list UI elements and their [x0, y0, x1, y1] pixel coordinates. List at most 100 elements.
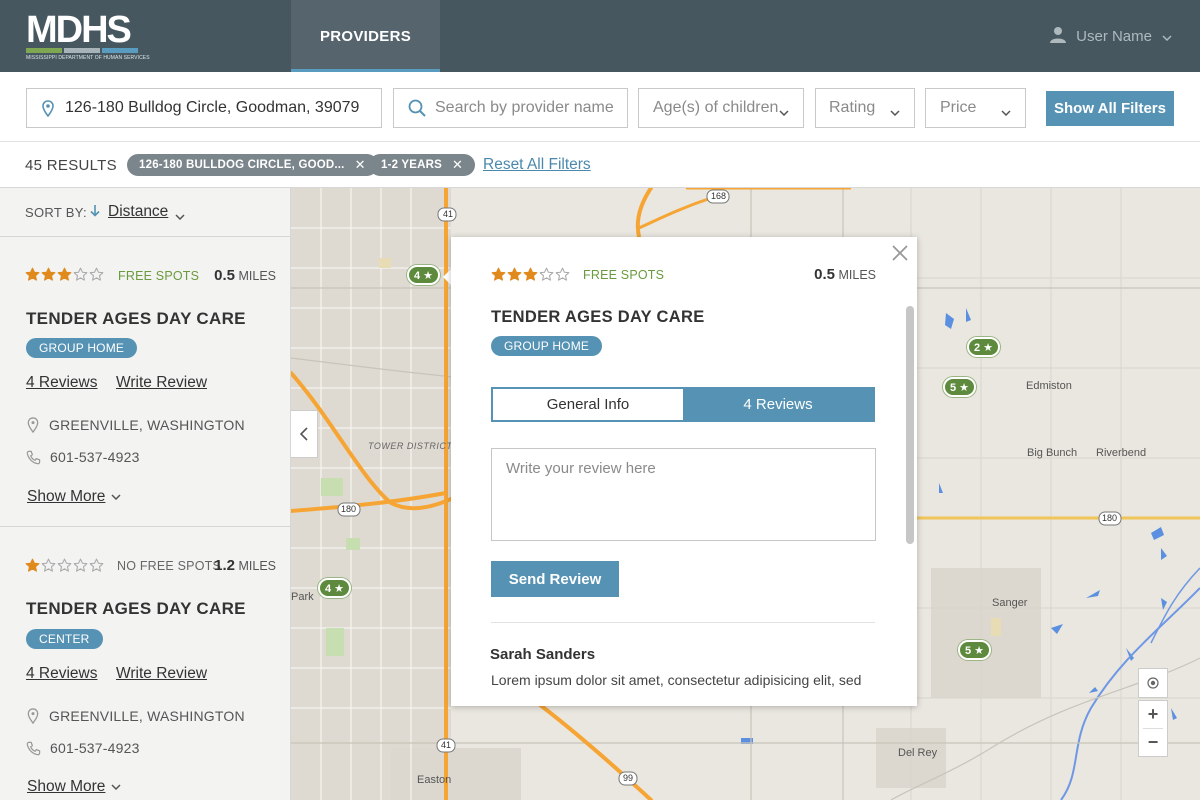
- review-text: Lorem ipsum dolor sit amet, consectetur …: [491, 672, 862, 688]
- provider-name[interactable]: TENDER AGES DAY CARE: [26, 309, 246, 329]
- zoom-out-button[interactable]: −: [1148, 729, 1159, 756]
- review-divider: [491, 622, 875, 623]
- star-filled-icon: [523, 267, 538, 281]
- place-label: Riverbend: [1096, 447, 1147, 459]
- star-rating: [25, 267, 104, 282]
- map-marker-icon: [26, 708, 40, 724]
- star-filled-icon: [25, 267, 40, 281]
- popup-tabs: General Info 4 Reviews: [491, 387, 875, 422]
- sort-dropdown[interactable]: Distance: [108, 203, 168, 221]
- send-review-button[interactable]: Send Review: [491, 561, 619, 597]
- zoom-in-button[interactable]: +: [1148, 701, 1159, 728]
- place-label: Park: [291, 591, 314, 603]
- close-icon[interactable]: ✕: [355, 157, 366, 173]
- star-rating: [491, 267, 570, 282]
- star-empty-icon: [89, 267, 104, 281]
- road-shield-label: 41: [441, 740, 452, 750]
- road-shield-label: 180: [1102, 513, 1118, 523]
- filter-chip-label: 126-180 BULLDOG CIRCLE, GOOD...: [139, 159, 345, 171]
- user-name: User Name: [1076, 28, 1152, 45]
- distance-value: 1.2: [214, 557, 235, 574]
- place-label: Del Rey: [898, 747, 938, 759]
- nav-tab-providers[interactable]: PROVIDERS: [291, 0, 440, 72]
- provider-type-badge: GROUP HOME: [491, 336, 603, 356]
- provider-phone: 601-537-4923: [26, 740, 140, 756]
- chevron-down-icon: [1162, 28, 1172, 45]
- top-navigation-bar: MDHS MISSISSIPPI DEPARTMENT OF HUMAN SER…: [0, 0, 1200, 72]
- provider-type-badge: CENTER: [26, 629, 103, 649]
- provider-card[interactable]: FREE SPOTS 0.5 MILES TENDER AGES DAY CAR…: [0, 237, 290, 527]
- map-pin[interactable]: 4 ★: [407, 265, 441, 285]
- tab-reviews[interactable]: 4 Reviews: [683, 389, 873, 420]
- map-marker-icon: [26, 417, 40, 433]
- star-empty-icon: [73, 558, 88, 572]
- map-pin[interactable]: 4 ★: [318, 578, 352, 598]
- spots-status: NO FREE SPOTS: [117, 559, 222, 573]
- chevron-down-icon: [779, 103, 789, 121]
- map-marker-icon: [42, 99, 54, 117]
- provider-card[interactable]: NO FREE SPOTS 1.2 MILES TENDER AGES DAY …: [0, 528, 290, 800]
- map-pin[interactable]: 5 ★: [943, 377, 977, 397]
- close-icon[interactable]: ✕: [452, 157, 463, 173]
- place-label: Sanger: [992, 597, 1028, 609]
- user-icon: [1050, 26, 1067, 47]
- price-dropdown[interactable]: Price: [925, 88, 1026, 128]
- map-pin[interactable]: 5 ★: [958, 640, 992, 660]
- review-textarea[interactable]: Write your review here: [491, 448, 876, 541]
- write-review-link[interactable]: Write Review: [116, 374, 207, 392]
- star-empty-icon: [539, 267, 554, 281]
- filter-chip-location[interactable]: 126-180 BULLDOG CIRCLE, GOOD... ✕: [127, 154, 378, 176]
- location-value: 126-180 Bulldog Circle, Goodman, 39079: [65, 99, 360, 116]
- show-more-link[interactable]: Show More: [27, 488, 121, 506]
- distance-value: 0.5: [214, 267, 235, 284]
- provider-search-input[interactable]: Search by provider name: [393, 88, 628, 128]
- reviews-link[interactable]: 4 Reviews: [26, 374, 98, 392]
- collapse-sidebar-button[interactable]: [291, 410, 318, 458]
- distance: 0.5 MILES: [214, 267, 276, 284]
- results-sidebar[interactable]: SORT BY: Distance FREE SPOTS 0.5 MILES T…: [0, 188, 291, 800]
- tab-general-info[interactable]: General Info: [493, 389, 683, 420]
- reset-all-filters-link[interactable]: Reset All Filters: [483, 156, 591, 174]
- chevron-down-icon[interactable]: [175, 207, 185, 225]
- chevron-down-icon: [890, 103, 900, 121]
- star-filled-icon: [57, 267, 72, 281]
- provider-name[interactable]: TENDER AGES DAY CARE: [26, 599, 246, 619]
- write-review-link[interactable]: Write Review: [116, 665, 207, 683]
- reviewer-name: Sarah Sanders: [490, 646, 596, 663]
- rating-dropdown[interactable]: Rating: [815, 88, 915, 128]
- distance: 1.2 MILES: [214, 557, 276, 574]
- road-shield-label: 99: [623, 773, 634, 783]
- show-more-link[interactable]: Show More: [27, 778, 121, 796]
- show-all-filters-button[interactable]: Show All Filters: [1046, 91, 1174, 126]
- reviews-link[interactable]: 4 Reviews: [26, 665, 98, 683]
- distance: 0.5 MILES: [814, 266, 876, 283]
- phone-text: 601-537-4923: [50, 449, 140, 465]
- search-placeholder: Search by provider name: [435, 99, 614, 116]
- locate-me-button[interactable]: [1138, 668, 1168, 698]
- spots-status: FREE SPOTS: [118, 269, 200, 283]
- ages-dropdown[interactable]: Age(s) of children: [638, 88, 804, 128]
- star-empty-icon: [73, 267, 88, 281]
- star-empty-icon: [89, 558, 104, 572]
- star-empty-icon: [41, 558, 56, 572]
- mdhs-logo[interactable]: MDHS MISSISSIPPI DEPARTMENT OF HUMAN SER…: [26, 11, 150, 62]
- filter-chip-age[interactable]: 1-2 YEARS ✕: [369, 154, 476, 176]
- user-menu[interactable]: User Name: [1050, 26, 1172, 47]
- provider-type-badge: GROUP HOME: [26, 338, 138, 358]
- phone-text: 601-537-4923: [50, 740, 140, 756]
- popup-scrollbar[interactable]: [906, 306, 914, 544]
- arrow-down-icon: [90, 204, 100, 222]
- location-text: GREENVILLE, WASHINGTON: [49, 708, 245, 724]
- place-label: Edmiston: [1026, 380, 1072, 392]
- map-pin[interactable]: 2 ★: [967, 337, 1001, 357]
- spots-status: FREE SPOTS: [583, 268, 665, 282]
- star-rating: [25, 558, 104, 573]
- sort-label: SORT BY:: [25, 205, 87, 220]
- distance-unit: MILES: [238, 559, 276, 573]
- zoom-control: + −: [1138, 700, 1168, 757]
- provider-name: TENDER AGES DAY CARE: [491, 308, 705, 326]
- close-popup-button[interactable]: [891, 244, 909, 262]
- location-input[interactable]: 126-180 Bulldog Circle, Goodman, 39079: [26, 88, 382, 128]
- logo-color-bars: [26, 48, 140, 53]
- provider-phone: 601-537-4923: [26, 449, 140, 465]
